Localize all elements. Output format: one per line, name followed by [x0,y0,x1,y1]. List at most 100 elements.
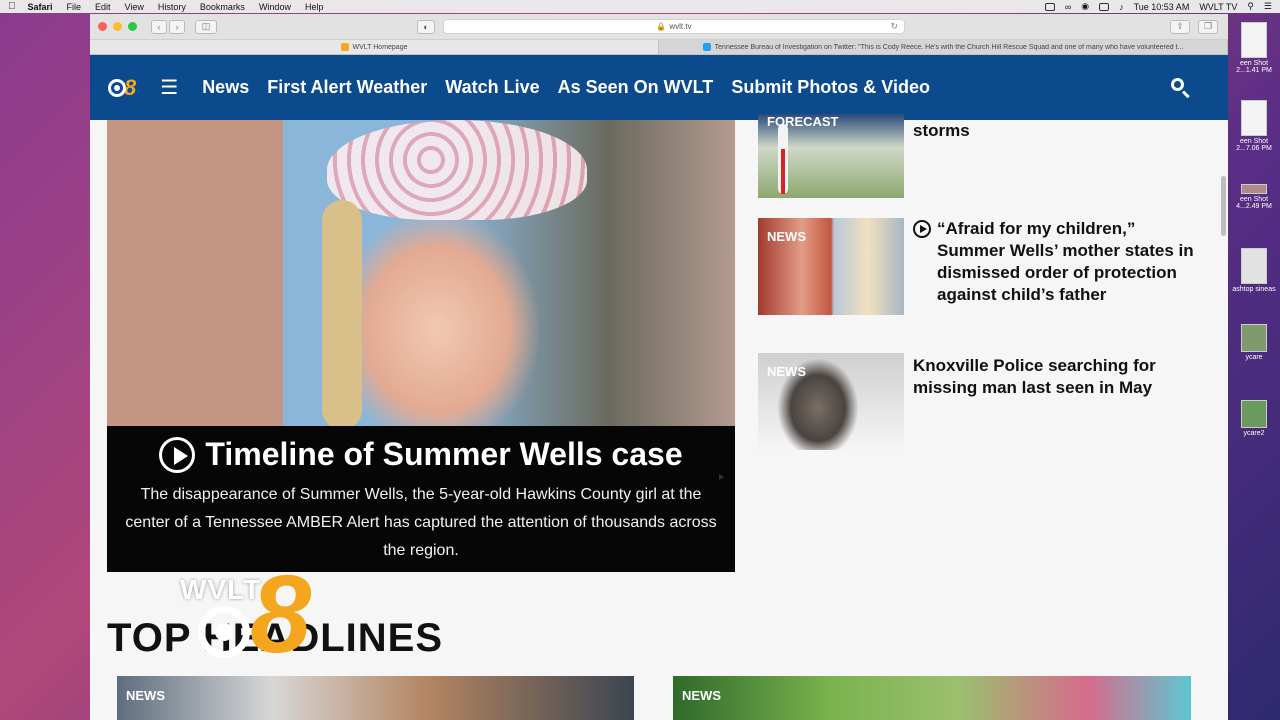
privacy-report-button[interactable]: ◐ [417,19,435,34]
story-label: NEWS [767,229,806,244]
back-button[interactable]: ‹ [151,19,167,34]
chevron-left-icon: ‹ [157,21,161,32]
story-summer-wells-mother[interactable]: NEWS “Afraid for my children,” Summer We… [758,218,1208,315]
card-label: NEWS [126,688,165,703]
primary-nav: News First Alert Weather Watch Live As S… [202,77,930,98]
tab-label: Tennessee Bureau of Investigation on Twi… [714,43,1184,51]
nav-first-alert-weather[interactable]: First Alert Weather [267,77,427,98]
desktop-icons: een Shot 2...1.41 PM een Shot 2...7.06 P… [1228,14,1280,720]
nav-submit-photos-video[interactable]: Submit Photos & Video [731,77,930,98]
reload-icon[interactable]: ↻ [890,21,898,32]
file-thumbnail [1241,100,1267,136]
menu-app-name[interactable]: Safari [28,2,53,12]
story-label: NEWS [767,364,806,379]
story-thumbnail[interactable]: NEWS [758,218,904,315]
share-button[interactable]: ⇧ [1170,19,1190,34]
desktop-file-label: een Shot 2...1.41 PM [1236,60,1272,74]
desktop-file-label: een Shot 2...7.06 PM [1236,138,1272,152]
site-navbar: 8 ☰ News First Alert Weather Watch Live … [90,55,1228,120]
control-center-icon[interactable]: ☰ [1264,1,1272,12]
file-thumbnail [1241,324,1267,352]
cbs-eye-icon [108,78,126,97]
wifi-icon[interactable]: ◉ [1081,1,1089,12]
drive-icon [1241,248,1267,284]
page-scrollbar[interactable] [1221,176,1226,236]
apple-icon[interactable]:  [8,1,16,12]
hero-story[interactable]: Timeline of Summer Wells case The disapp… [107,120,735,572]
desktop-file[interactable]: een Shot 2...1.41 PM [1228,22,1280,74]
story-thumbnail[interactable]: FORECAST [758,114,904,198]
desktop-file[interactable]: een Shot 2...7.06 PM [1228,100,1280,152]
twitter-bird-icon [702,43,711,51]
tab-tbi-twitter[interactable]: Tennessee Bureau of Investigation on Twi… [659,40,1228,54]
watermark-text: WVLT [180,574,262,605]
menu-window[interactable]: Window [259,2,291,12]
menu-file[interactable]: File [67,2,82,12]
story-thumbnail[interactable]: NEWS [758,353,904,450]
bluetooth-icon[interactable]: ∞ [1065,2,1071,12]
chevron-right-icon: › [175,21,179,32]
menu-bookmarks[interactable]: Bookmarks [200,2,245,12]
menubar-clock[interactable]: Tue 10:53 AM [1134,2,1190,12]
tab-wvlt-homepage[interactable]: WVLT Homepage [90,40,659,54]
hero-image[interactable] [107,120,735,430]
play-icon [913,220,931,238]
url-text: wvlt.tv [669,22,692,31]
hero-title[interactable]: Timeline of Summer Wells case [107,436,735,473]
wvlt-logo[interactable]: 8 [108,75,136,101]
cbs-eye-icon [198,606,250,658]
close-window-button[interactable] [98,22,107,31]
spotlight-icon[interactable]: ⚲ [1247,1,1254,12]
search-icon-handle [1181,89,1190,98]
desktop-file[interactable]: ycare [1228,324,1280,361]
desktop-file[interactable]: een Shot 4...2.49 PM [1228,184,1280,210]
desktop-file[interactable]: ashtop sineas [1228,248,1280,293]
hero-description: The disappearance of Summer Wells, the 5… [125,486,717,559]
story-headline-text: “Afraid for my children,” Summer Wells’ … [937,219,1194,304]
tab-overview-button[interactable]: ❐ [1198,19,1218,34]
story-headline[interactable]: “Afraid for my children,” Summer Wells’ … [913,218,1208,315]
mouse-cursor-icon [719,474,724,480]
menu-edit[interactable]: Edit [95,2,111,12]
play-icon [159,436,196,473]
headline-card[interactable]: NEWS [117,676,634,720]
menu-help[interactable]: Help [305,2,324,12]
address-bar[interactable]: 🔒 wvlt.tv ↻ [443,19,905,34]
hero-caption: Timeline of Summer Wells case The disapp… [107,426,735,572]
browser-toolbar: ‹ › ◫ ◐ 🔒 wvlt.tv ↻ ⇧ ❐ [90,14,1228,40]
airplay-icon[interactable] [1099,2,1110,11]
hero-image-hair [322,200,362,430]
favicon-icon [340,43,349,51]
desktop-file-label: ashtop sineas [1232,286,1276,293]
story-label: FORECAST [767,114,839,129]
headline-card[interactable]: NEWS [673,676,1191,720]
search-icon[interactable] [1170,77,1192,99]
story-knoxville-police[interactable]: NEWS Knoxville Police searching for miss… [758,353,1208,450]
desktop-file[interactable]: ycare2 [1228,400,1280,437]
zoom-window-button[interactable] [128,22,137,31]
menu-history[interactable]: History [158,2,186,12]
minimize-window-button[interactable] [113,22,122,31]
forward-button[interactable]: › [169,19,185,34]
story-headline[interactable]: storms [913,114,970,198]
sidebar-toggle-button[interactable]: ◫ [195,19,217,34]
hamburger-menu-icon[interactable]: ☰ [160,75,178,100]
desktop-file-label: een Shot 4...2.49 PM [1236,196,1272,210]
menubar-user[interactable]: WVLT TV [1199,2,1237,12]
search-icon-circle [1171,77,1184,91]
nav-as-seen-on-wvlt[interactable]: As Seen On WVLT [558,77,714,98]
volume-icon[interactable]: ♪ [1119,2,1124,12]
story-forecast[interactable]: FORECAST storms [758,114,1208,198]
menu-view[interactable]: View [125,2,144,12]
wvlt-watermark-logo: 8 WVLT [180,560,360,670]
file-thumbnail [1241,184,1267,194]
window-controls [98,22,137,31]
desktop-file-label: ycare [1245,354,1263,361]
screen-record-icon[interactable] [1044,2,1055,11]
story-headline-text: Knoxville Police searching for missing m… [913,356,1156,397]
story-headline[interactable]: Knoxville Police searching for missing m… [913,353,1208,450]
hero-image-bow [327,120,587,220]
lock-icon: 🔒 [656,22,667,31]
nav-news[interactable]: News [202,77,249,98]
nav-watch-live[interactable]: Watch Live [445,77,539,98]
